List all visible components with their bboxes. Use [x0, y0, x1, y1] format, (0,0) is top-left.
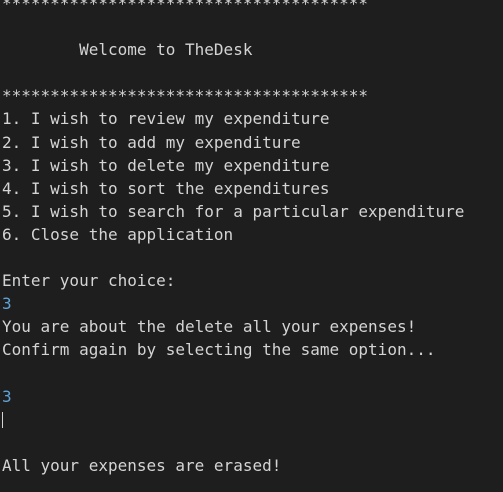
user-input-1: 3 — [2, 294, 12, 314]
text-cursor — [2, 411, 3, 428]
menu-option-6: 6. Close the application — [2, 224, 234, 244]
welcome-text: Welcome to TheDesk — [2, 40, 253, 60]
user-input-2: 3 — [2, 386, 12, 406]
banner-bottom: ************************************** — [2, 86, 369, 106]
menu-option-3: 3. I wish to delete my expenditure — [2, 155, 330, 175]
menu-option-5: 5. I wish to search for a particular exp… — [2, 201, 465, 221]
erase-result: All your expenses are erased! — [2, 455, 282, 475]
confirm-instruction: Confirm again by selecting the same opti… — [2, 340, 436, 360]
menu-option-2: 2. I wish to add my expenditure — [2, 132, 301, 152]
banner-top: ************************************** — [2, 0, 369, 13]
menu-option-4: 4. I wish to sort the expenditures — [2, 178, 330, 198]
delete-warning: You are about the delete all your expens… — [2, 317, 417, 337]
terminal-output[interactable]: ************************************** W… — [2, 0, 503, 477]
menu-option-1: 1. I wish to review my expenditure — [2, 109, 330, 129]
list-output: [] — [2, 408, 503, 431]
choice-prompt: Enter your choice: — [2, 271, 176, 291]
